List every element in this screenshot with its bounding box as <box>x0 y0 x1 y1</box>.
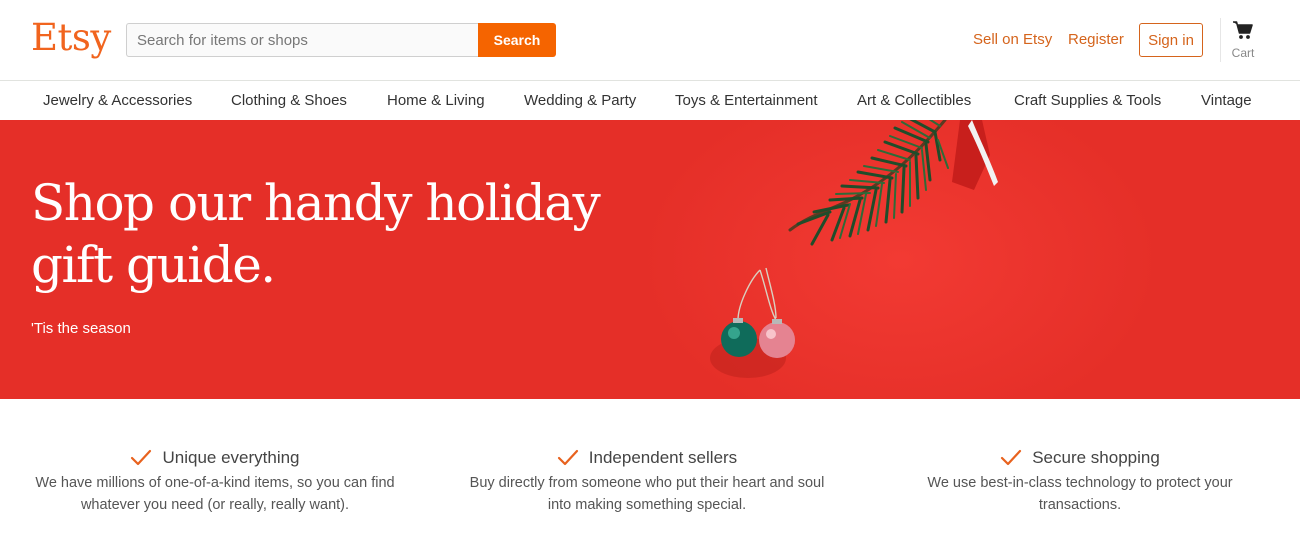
value-prop-description: Buy directly from someone who put their … <box>469 475 825 513</box>
value-prop-header: Unique everything <box>15 447 415 469</box>
category-clothing-shoes[interactable]: Clothing & Shoes <box>231 92 347 109</box>
value-prop-independent-sellers: Independent sellers Buy directly from so… <box>447 447 847 516</box>
value-prop-unique: Unique everything We have millions of on… <box>15 447 415 516</box>
checkmark-icon <box>557 449 578 466</box>
site-header: Etsy Search Sell on Etsy Register Sign i… <box>0 0 1300 81</box>
cart-button[interactable]: Cart <box>1226 20 1260 64</box>
category-vintage[interactable]: Vintage <box>1201 92 1252 109</box>
value-propositions: Unique everything We have millions of on… <box>0 399 1300 549</box>
value-prop-description: We use best-in-class technology to prote… <box>927 475 1233 513</box>
hero-banner[interactable]: Shop our handy holiday gift guide. 'Tis … <box>0 120 1300 399</box>
sign-in-button[interactable]: Sign in <box>1139 23 1203 57</box>
value-prop-title: Secure shopping <box>1032 448 1160 467</box>
search-input[interactable] <box>126 23 478 57</box>
checkmark-icon <box>1001 449 1022 466</box>
hero-subtitle: 'Tis the season <box>31 320 131 337</box>
search-bar: Search <box>126 23 556 57</box>
category-craft-supplies-tools[interactable]: Craft Supplies & Tools <box>1014 92 1161 109</box>
category-nav: Jewelry & Accessories Clothing & Shoes H… <box>0 81 1300 120</box>
search-button[interactable]: Search <box>478 23 556 57</box>
category-home-living[interactable]: Home & Living <box>387 92 485 109</box>
category-jewelry-accessories[interactable]: Jewelry & Accessories <box>43 92 192 109</box>
sell-on-etsy-link[interactable]: Sell on Etsy <box>973 31 1052 48</box>
checkmark-icon <box>131 449 152 466</box>
etsy-logo[interactable]: Etsy <box>31 15 111 61</box>
category-wedding-party[interactable]: Wedding & Party <box>524 92 636 109</box>
category-art-collectibles[interactable]: Art & Collectibles <box>857 92 971 109</box>
holiday-decor-image <box>710 120 998 378</box>
header-divider <box>1220 18 1221 62</box>
cart-label: Cart <box>1231 46 1255 60</box>
hero-title: Shop our handy holiday gift guide. <box>31 174 601 294</box>
cart-icon <box>1233 21 1253 39</box>
register-link[interactable]: Register <box>1068 31 1124 48</box>
value-prop-header: Independent sellers <box>447 447 847 469</box>
category-toys-entertainment[interactable]: Toys & Entertainment <box>675 92 818 109</box>
value-prop-header: Secure shopping <box>880 447 1280 469</box>
value-prop-description: We have millions of one-of-a-kind items,… <box>35 475 395 513</box>
value-prop-secure-shopping: Secure shopping We use best-in-class tec… <box>880 447 1280 516</box>
value-prop-title: Independent sellers <box>588 448 738 467</box>
value-prop-title: Unique everything <box>162 448 300 467</box>
